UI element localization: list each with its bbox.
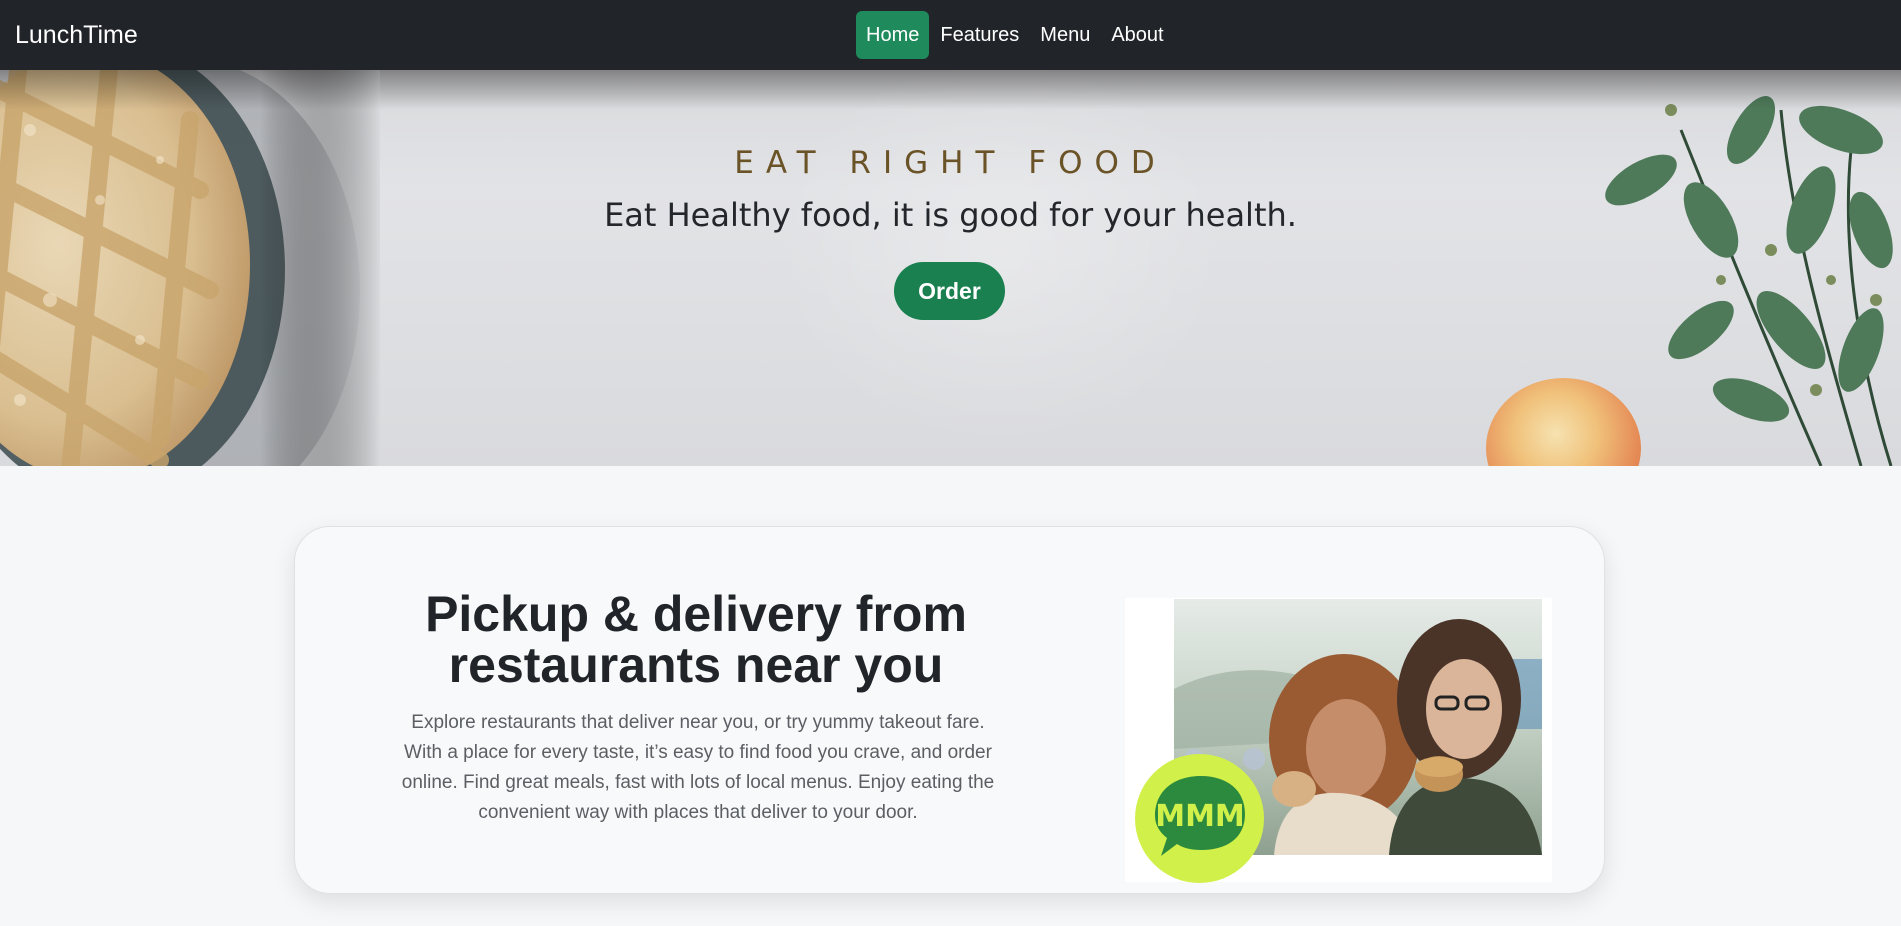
mmm-badge: MMM: [1135, 754, 1264, 883]
main-nav: Home Features Menu About: [856, 11, 1175, 59]
feature-text: Explore restaurants that deliver near yo…: [401, 712, 995, 823]
feature-title: Pickup & delivery from restaurants near …: [425, 586, 967, 693]
top-navbar: LunchTime Home Features Menu About: [0, 0, 1901, 70]
nav-about[interactable]: About: [1101, 11, 1173, 59]
hero-tagline: Eat Healthy food, it is good for your he…: [604, 196, 1297, 234]
speech-bubble-icon: MMM: [1155, 776, 1245, 856]
nav-features[interactable]: Features: [930, 11, 1029, 59]
hero-eyebrow: EAT RIGHT FOOD: [734, 145, 1167, 181]
nav-home[interactable]: Home: [856, 11, 930, 59]
pie-image: [0, 70, 380, 466]
hero-top-shadow: [0, 70, 1901, 110]
badge-text: MMM: [1155, 799, 1245, 834]
brand-logo[interactable]: LunchTime: [15, 0, 138, 70]
order-button[interactable]: Order: [894, 262, 1005, 320]
nav-menu[interactable]: Menu: [1030, 11, 1100, 59]
